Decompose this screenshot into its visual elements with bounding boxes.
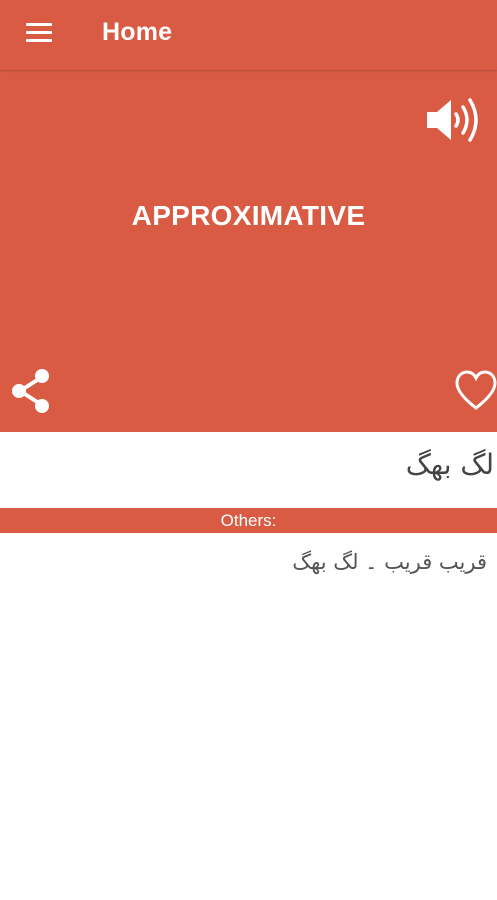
favorite-button[interactable] bbox=[455, 368, 497, 414]
menu-button[interactable] bbox=[22, 20, 58, 48]
word-title: APPROXIMATIVE bbox=[131, 200, 366, 231]
others-text: قریب قریب ۔ لگ بھگ bbox=[292, 550, 487, 574]
app-bar: Home bbox=[0, 0, 497, 70]
share-button[interactable] bbox=[8, 366, 54, 416]
translation-panel: لگ بھگ bbox=[0, 432, 497, 507]
page-title: Home bbox=[102, 18, 173, 46]
share-icon bbox=[12, 369, 49, 413]
speaker-volume-icon bbox=[427, 98, 478, 142]
others-header: Others: bbox=[0, 508, 497, 533]
speaker-button[interactable] bbox=[423, 92, 485, 148]
word-card: APPROXIMATIVE bbox=[0, 70, 497, 432]
menu-icon-bar bbox=[26, 39, 52, 42]
menu-icon-bar bbox=[26, 31, 52, 34]
translation-text: لگ بھگ bbox=[405, 448, 494, 481]
menu-icon-bar bbox=[26, 23, 52, 26]
heart-outline-icon bbox=[455, 370, 497, 410]
